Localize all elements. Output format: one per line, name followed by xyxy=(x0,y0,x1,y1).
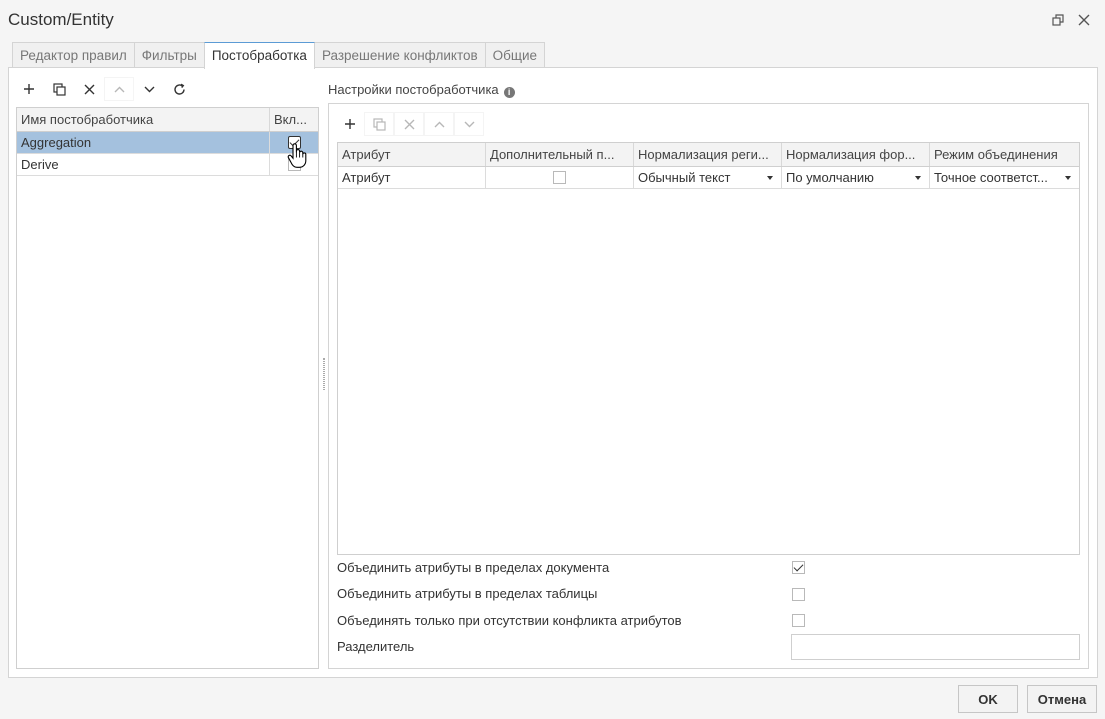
delete-icon[interactable] xyxy=(74,77,104,101)
move-down-icon[interactable] xyxy=(454,112,484,136)
postprocessor-list: Имя постобработчика Вкл... Aggregation D… xyxy=(16,107,319,669)
merge-in-table-checkbox[interactable] xyxy=(792,588,805,601)
hand-cursor-icon xyxy=(287,143,307,168)
separator-input[interactable] xyxy=(791,634,1080,660)
table-row[interactable]: Derive xyxy=(17,154,318,176)
window-title: Custom/Entity xyxy=(8,10,114,29)
dropdown-arrow-icon xyxy=(767,176,773,180)
merge-in-document-checkbox[interactable] xyxy=(792,561,805,574)
column-header-enabled[interactable]: Вкл... xyxy=(270,108,318,131)
tab-general[interactable]: Общие xyxy=(484,42,546,68)
form-normalization-value: По умолчанию xyxy=(786,170,874,185)
column-header-attribute[interactable]: Атрибут xyxy=(338,143,486,166)
tab-conflict-resolution[interactable]: Разрешение конфликтов xyxy=(313,42,486,68)
move-down-icon[interactable] xyxy=(134,77,164,101)
info-icon[interactable]: i xyxy=(503,87,515,98)
close-icon[interactable] xyxy=(1076,12,1092,28)
column-header-merge-mode[interactable]: Режим объединения xyxy=(930,143,1079,166)
tab-filters[interactable]: Фильтры xyxy=(133,42,205,68)
ok-button[interactable]: OK xyxy=(958,685,1018,713)
postprocessor-list-header: Имя постобработчика Вкл... xyxy=(17,108,318,132)
postprocessor-name: Derive xyxy=(17,154,270,175)
attribute-grid-header: Атрибут Дополнительный п... Нормализация… xyxy=(338,143,1079,167)
add-icon[interactable] xyxy=(14,77,44,101)
cancel-button[interactable]: Отмена xyxy=(1027,685,1097,713)
tab-rule-editor[interactable]: Редактор правил xyxy=(12,42,135,68)
dropdown-arrow-icon xyxy=(915,176,921,180)
merge-mode-value: Точное соответст... xyxy=(934,170,1048,185)
attribute-cell[interactable]: Атрибут xyxy=(338,167,486,188)
move-up-icon[interactable] xyxy=(104,77,134,101)
attribute-grid: Атрибут Дополнительный п... Нормализация… xyxy=(337,142,1080,555)
column-header-case-normalization[interactable]: Нормализация реги... xyxy=(634,143,782,166)
tab-postprocessing[interactable]: Постобработка xyxy=(203,42,315,69)
settings-section-label: Настройки постобработчика i xyxy=(328,82,515,98)
panel-splitter[interactable] xyxy=(323,358,325,390)
tab-bar: Редактор правил Фильтры Постобработка Ра… xyxy=(12,42,546,69)
case-normalization-dropdown[interactable]: Обычный текст xyxy=(634,167,782,188)
copy-icon[interactable] xyxy=(364,112,394,136)
column-header-name[interactable]: Имя постобработчика xyxy=(17,108,270,131)
column-header-form-normalization[interactable]: Нормализация фор... xyxy=(782,143,930,166)
merge-no-conflict-checkbox[interactable] xyxy=(792,614,805,627)
form-normalization-dropdown[interactable]: По умолчанию xyxy=(782,167,930,188)
table-row[interactable]: Aggregation xyxy=(17,132,318,154)
table-row[interactable]: Атрибут Обычный текст По умолчанию Точно… xyxy=(338,167,1079,189)
case-normalization-value: Обычный текст xyxy=(638,170,731,185)
postprocessor-toolbar xyxy=(14,77,194,101)
settings-toolbar xyxy=(336,112,484,136)
additional-checkbox[interactable] xyxy=(553,171,566,184)
dropdown-arrow-icon xyxy=(1065,176,1071,180)
delete-icon[interactable] xyxy=(394,112,424,136)
merge-no-conflict-label: Объединять только при отсутствии конфлик… xyxy=(337,613,682,628)
move-up-icon[interactable] xyxy=(424,112,454,136)
postprocessor-name: Aggregation xyxy=(17,132,270,153)
merge-in-table-label: Объединить атрибуты в пределах таблицы xyxy=(337,586,598,601)
copy-icon[interactable] xyxy=(44,77,74,101)
add-icon[interactable] xyxy=(336,112,364,136)
additional-cell xyxy=(486,167,634,188)
separator-label: Разделитель xyxy=(337,639,415,654)
settings-label: Настройки постобработчика xyxy=(328,82,499,97)
column-header-additional[interactable]: Дополнительный п... xyxy=(486,143,634,166)
merge-in-document-label: Объединить атрибуты в пределах документа xyxy=(337,560,610,575)
restore-icon[interactable] xyxy=(1050,12,1066,28)
title-bar: Custom/Entity xyxy=(0,0,1105,42)
refresh-icon[interactable] xyxy=(164,77,194,101)
merge-mode-dropdown[interactable]: Точное соответст... xyxy=(930,167,1079,188)
